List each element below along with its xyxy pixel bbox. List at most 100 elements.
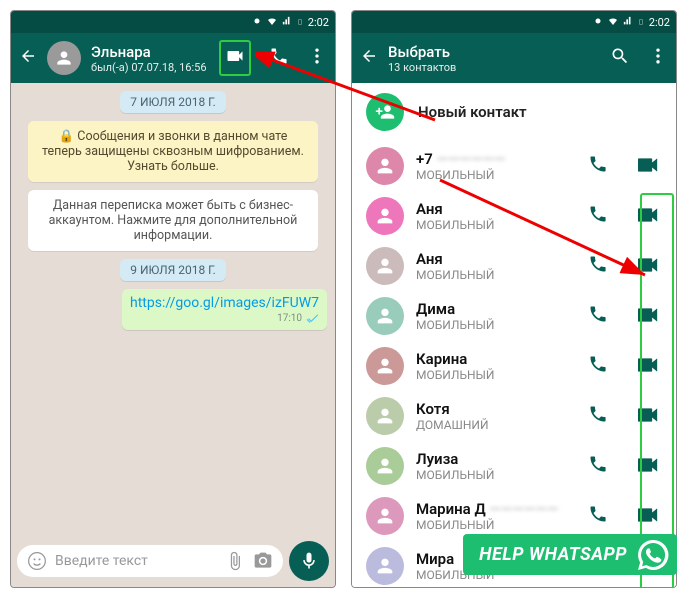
add-person-icon: [366, 93, 404, 131]
picker-title: Выбрать: [388, 43, 600, 61]
contact-info: Дима МОБИЛЬНЫЙ: [416, 300, 576, 332]
back-icon[interactable]: [360, 47, 378, 69]
contact-row[interactable]: Луиза МОБИЛЬНЫЙ: [352, 441, 676, 491]
message-link[interactable]: https://goo.gl/images/izFUW7: [130, 295, 319, 311]
attach-icon[interactable]: [225, 551, 245, 571]
voice-call-icon[interactable]: [588, 354, 608, 378]
banner-text: HELP WHATSAPP: [479, 544, 627, 565]
business-notice[interactable]: Данная переписка может быть с бизнес-акк…: [28, 190, 318, 251]
contact-type: МОБИЛЬНЫЙ: [416, 168, 576, 182]
new-contact-label: Новый контакт: [418, 103, 527, 121]
contact-avatar: [366, 397, 404, 435]
contact-row[interactable]: Дима МОБИЛЬНЫЙ: [352, 291, 676, 341]
input-bar: Введите текст: [11, 535, 335, 587]
picker-subtitle: 13 контактов: [388, 61, 600, 74]
contact-type: МОБИЛЬНЫЙ: [416, 518, 576, 532]
chat-body: 7 ИЮЛЯ 2018 Г. 🔒 Сообщения и звонки в да…: [11, 83, 335, 535]
voice-call-icon[interactable]: [269, 46, 289, 70]
contact-type: МОБИЛЬНЫЙ: [416, 468, 576, 482]
contact-row[interactable]: +7 —————— МОБИЛЬНЫЙ: [352, 141, 676, 191]
contact-avatar[interactable]: [47, 41, 81, 75]
encryption-notice[interactable]: 🔒 Сообщения и звонки в данном чате тепер…: [28, 121, 318, 182]
camera-icon[interactable]: [253, 551, 273, 571]
contact-name: Котя: [416, 400, 576, 418]
whatsapp-icon: [635, 537, 671, 573]
video-call-icon[interactable]: [620, 207, 662, 226]
contact-avatar: [366, 147, 404, 185]
contact-info: Луиза МОБИЛЬНЫЙ: [416, 450, 576, 482]
video-call-icon[interactable]: [620, 157, 662, 176]
contact-avatar: [366, 447, 404, 485]
contact-info: Аня МОБИЛЬНЫЙ: [416, 250, 576, 282]
location-icon: [593, 16, 603, 29]
location-icon: [252, 16, 262, 29]
contact-row[interactable]: Карина МОБИЛЬНЫЙ: [352, 341, 676, 391]
last-seen: был(-а) 07.07.18, 16:56: [91, 61, 209, 74]
video-call-icon[interactable]: [620, 357, 662, 376]
contact-name: Марина Д ——————: [416, 500, 576, 518]
contact-row[interactable]: Аня МОБИЛЬНЫЙ: [352, 191, 676, 241]
input-placeholder: Введите текст: [55, 553, 217, 569]
video-call-icon[interactable]: [219, 40, 251, 76]
message-input[interactable]: Введите текст: [17, 545, 283, 577]
contact-row[interactable]: Котя ДОМАШНИЙ: [352, 391, 676, 441]
clock: 2:02: [649, 16, 670, 29]
contact-type: МОБИЛЬНЫЙ: [416, 218, 576, 232]
voice-call-icon[interactable]: [588, 154, 608, 178]
contact-list: Новый контакт +7 —————— МОБИЛЬНЫЙ Аня МО…: [352, 83, 676, 587]
contact-avatar: [366, 547, 404, 585]
picker-title-block: Выбрать 13 контактов: [388, 43, 600, 74]
video-call-icon[interactable]: [620, 257, 662, 276]
contact-type: МОБИЛЬНЫЙ: [416, 368, 576, 382]
voice-call-icon[interactable]: [588, 454, 608, 478]
contact-name: Аня: [416, 250, 576, 268]
message-out[interactable]: https://goo.gl/images/izFUW7 17:10: [122, 289, 327, 330]
contact-info: Карина МОБИЛЬНЫЙ: [416, 350, 576, 382]
voice-call-icon[interactable]: [588, 254, 608, 278]
emoji-icon[interactable]: [27, 551, 47, 571]
contact-avatar: [366, 347, 404, 385]
date-divider: 9 ИЮЛЯ 2018 Г.: [120, 259, 225, 281]
chat-title-block[interactable]: Эльнара был(-а) 07.07.18, 16:56: [91, 43, 209, 74]
contact-name: Луиза: [416, 450, 576, 468]
voice-call-icon[interactable]: [588, 204, 608, 228]
wifi-icon: [607, 15, 619, 30]
more-icon[interactable]: [648, 46, 668, 70]
status-bar: 2:02: [352, 11, 676, 33]
help-whatsapp-banner: HELP WHATSAPP: [463, 534, 677, 575]
contact-row[interactable]: Аня МОБИЛЬНЫЙ: [352, 241, 676, 291]
read-icon: [305, 314, 319, 324]
contact-name: Дима: [416, 300, 576, 318]
battery-icon: [296, 16, 304, 29]
clock: 2:02: [308, 16, 329, 29]
video-call-icon[interactable]: [620, 407, 662, 426]
contact-avatar: [366, 197, 404, 235]
video-call-icon[interactable]: [620, 307, 662, 326]
video-call-icon[interactable]: [620, 507, 662, 526]
phone-picker: 2:02 Выбрать 13 контактов Новый контакт: [351, 10, 677, 588]
video-call-icon[interactable]: [620, 457, 662, 476]
status-bar: 2:02: [11, 11, 335, 33]
more-icon[interactable]: [307, 46, 327, 70]
battery-icon: [637, 16, 645, 29]
contact-info: Аня МОБИЛЬНЫЙ: [416, 200, 576, 232]
new-contact-button[interactable]: Новый контакт: [352, 83, 676, 141]
voice-call-icon[interactable]: [588, 504, 608, 528]
wifi-icon: [266, 15, 278, 30]
contact-info: Марина Д —————— МОБИЛЬНЫЙ: [416, 500, 576, 532]
chat-app-bar: Эльнара был(-а) 07.07.18, 16:56: [11, 33, 335, 83]
contact-name: Эльнара: [91, 43, 209, 61]
search-icon[interactable]: [610, 46, 630, 70]
contact-type: МОБИЛЬНЫЙ: [416, 268, 576, 282]
mic-button[interactable]: [289, 541, 329, 581]
signal-icon: [623, 16, 633, 29]
back-icon[interactable]: [19, 47, 37, 69]
signal-icon: [282, 16, 292, 29]
voice-call-icon[interactable]: [588, 404, 608, 428]
contact-info: +7 —————— МОБИЛЬНЫЙ: [416, 150, 576, 182]
contact-name: +7 ——————: [416, 150, 576, 168]
contact-name: Аня: [416, 200, 576, 218]
voice-call-icon[interactable]: [588, 304, 608, 328]
contact-name: Карина: [416, 350, 576, 368]
contact-type: МОБИЛЬНЫЙ: [416, 318, 576, 332]
